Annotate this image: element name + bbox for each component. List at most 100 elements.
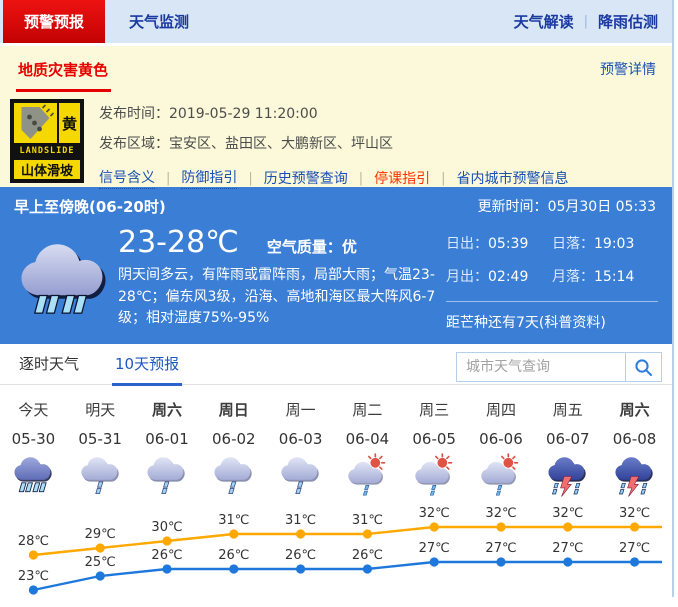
day-name: 周三 xyxy=(401,399,468,420)
search-button[interactable] xyxy=(625,353,661,381)
day-name: 周六 xyxy=(134,399,201,420)
temp-label: 32℃ xyxy=(485,506,516,521)
thunderstorm-icon xyxy=(613,453,656,499)
sun-moon-value: 19:03 xyxy=(594,236,634,252)
day-column-06-07[interactable]: 周五 06-07 xyxy=(534,390,601,503)
heavy-rain-icon xyxy=(12,221,110,332)
alert-links-row: 信号含义|防御指引|历史预警查询|停课指引|省内城市预警信息 xyxy=(99,167,569,189)
publish-area-label: 发布区域： xyxy=(99,136,169,152)
temp-label: 30℃ xyxy=(151,520,182,535)
alert-link-5[interactable]: 省内城市预警信息 xyxy=(457,168,569,188)
day-name: 明天 xyxy=(67,399,134,420)
day-column-06-06[interactable]: 周四06-06 xyxy=(468,390,535,503)
shower-icon xyxy=(145,453,188,499)
high-temp-point xyxy=(229,529,238,538)
day-date: 06-03 xyxy=(267,430,334,448)
sun-moon-value: 05:39 xyxy=(488,236,528,252)
temp-label: 32℃ xyxy=(419,506,450,521)
day-date: 06-05 xyxy=(401,430,468,448)
high-temp-point xyxy=(29,550,38,559)
sun-moon-item-2: 日落：19:03 xyxy=(552,233,658,253)
alert-link-4[interactable]: 停课指引 xyxy=(374,168,430,188)
low-temp-point xyxy=(162,564,171,573)
day-column-06-01[interactable]: 周六06-01 xyxy=(134,390,201,503)
forecast-tab-bar: 逐时天气 10天预报 xyxy=(0,352,672,385)
temp-label: 31℃ xyxy=(352,513,383,528)
day-date: 06-06 xyxy=(468,430,535,448)
sun-moon-item-3: 月出：02:49 xyxy=(446,266,552,286)
day-date: 06-04 xyxy=(334,430,401,448)
landslide-glyph-icon xyxy=(14,103,57,143)
page-right-border xyxy=(672,0,674,597)
day-column-06-02[interactable]: 周日06-02 xyxy=(200,390,267,503)
alert-link-2[interactable]: 防御指引 xyxy=(181,167,237,189)
sun-shower-icon xyxy=(479,453,522,499)
sun-shower-icon xyxy=(413,453,456,499)
shower-icon xyxy=(79,453,122,499)
day-column-06-08[interactable]: 周六06-08 xyxy=(601,390,668,503)
solar-term-link[interactable]: 距芒种还有7天(科普资料) xyxy=(446,301,658,332)
alert-link-1[interactable]: 信号含义 xyxy=(99,167,155,189)
publish-time-label: 发布时间： xyxy=(99,106,169,122)
link-rainfall-estimate[interactable]: 降雨估测 xyxy=(598,11,658,32)
sun-moon-item-4: 月落：15:14 xyxy=(552,266,658,286)
temp-label: 32℃ xyxy=(619,506,650,521)
alert-link-3[interactable]: 历史预警查询 xyxy=(264,168,348,188)
temp-label: 26℃ xyxy=(352,548,383,563)
sun-moon-label: 月出： xyxy=(446,269,488,285)
forecast-days-row: 今天05-30明天05-31周六06-01周日06-02周一 06-03周二06-… xyxy=(0,385,668,503)
temp-label: 23℃ xyxy=(18,569,49,584)
day-date: 06-07 xyxy=(534,430,601,448)
temp-label: 32℃ xyxy=(552,506,583,521)
temp-label: 26℃ xyxy=(218,548,249,563)
link-weather-interpretation[interactable]: 天气解读 xyxy=(514,11,574,32)
thunderstorm-icon xyxy=(546,453,589,499)
day-date: 06-08 xyxy=(601,430,668,448)
day-column-06-03[interactable]: 周一 06-03 xyxy=(267,390,334,503)
day-date: 06-02 xyxy=(200,430,267,448)
high-temp-point xyxy=(96,543,105,552)
temp-label: 27℃ xyxy=(419,541,450,556)
day-column-06-04[interactable]: 周二06-04 xyxy=(334,390,401,503)
temp-label: 29℃ xyxy=(85,527,116,542)
day-column-05-30[interactable]: 今天05-30 xyxy=(0,390,67,503)
divider: | xyxy=(166,171,170,186)
high-temp-point xyxy=(363,529,372,538)
sun-moon-value: 02:49 xyxy=(488,269,528,285)
warning-level-label: 黄 xyxy=(59,103,80,143)
day-column-05-31[interactable]: 明天05-31 xyxy=(67,390,134,503)
current-weather-panel: 早上至傍晚(06-20时) 更新时间：05月30日 05:33 23-28℃ 空… xyxy=(0,187,672,344)
temp-label: 31℃ xyxy=(285,513,316,528)
tab-warning-forecast[interactable]: 预警预报 xyxy=(3,0,105,43)
high-temp-point xyxy=(430,522,439,531)
tab-hourly-weather[interactable]: 逐时天气 xyxy=(16,353,82,386)
warning-en-label: LANDSLIDE xyxy=(12,145,82,158)
shower-icon xyxy=(212,453,255,499)
temp-label: 28℃ xyxy=(18,534,49,549)
landslide-warning-icon[interactable]: 黄 LANDSLIDE 山体滑坡 xyxy=(10,99,84,183)
shower-icon xyxy=(279,453,322,499)
alert-title[interactable]: 地质灾害黄色 xyxy=(16,59,111,92)
alert-detail-link[interactable]: 预警详情 xyxy=(600,59,656,79)
search-icon xyxy=(634,358,653,377)
day-name: 周一 xyxy=(267,399,334,420)
tab-weather-monitoring[interactable]: 天气监测 xyxy=(105,0,213,43)
divider: | xyxy=(441,171,445,186)
update-time: 更新时间：05月30日 05:33 xyxy=(478,196,656,217)
warning-cn-label: 山体滑坡 xyxy=(14,160,80,179)
low-temp-point xyxy=(363,564,372,573)
temperature-range: 23-28℃ xyxy=(118,225,239,260)
low-temp-point xyxy=(496,557,505,566)
high-temp-point xyxy=(563,522,572,531)
weather-description: 阴天间多云，有阵雨或雷阵雨，局部大雨；气温23-28℃；偏东风3级，沿海、高地和… xyxy=(118,265,446,330)
low-temp-point xyxy=(29,585,38,594)
tab-10day-forecast[interactable]: 10天预报 xyxy=(112,353,182,386)
low-temp-point xyxy=(296,564,305,573)
city-search-box xyxy=(456,352,662,382)
day-name: 周五 xyxy=(534,399,601,420)
day-column-06-05[interactable]: 周三 06-05 xyxy=(401,390,468,503)
sun-moon-label: 月落： xyxy=(552,269,594,285)
temperature-chart: 28℃29℃30℃31℃31℃31℃32℃32℃32℃32℃23℃25℃26℃2… xyxy=(0,503,668,607)
air-quality: 空气质量：优 xyxy=(267,236,357,257)
city-search-input[interactable] xyxy=(457,353,625,381)
